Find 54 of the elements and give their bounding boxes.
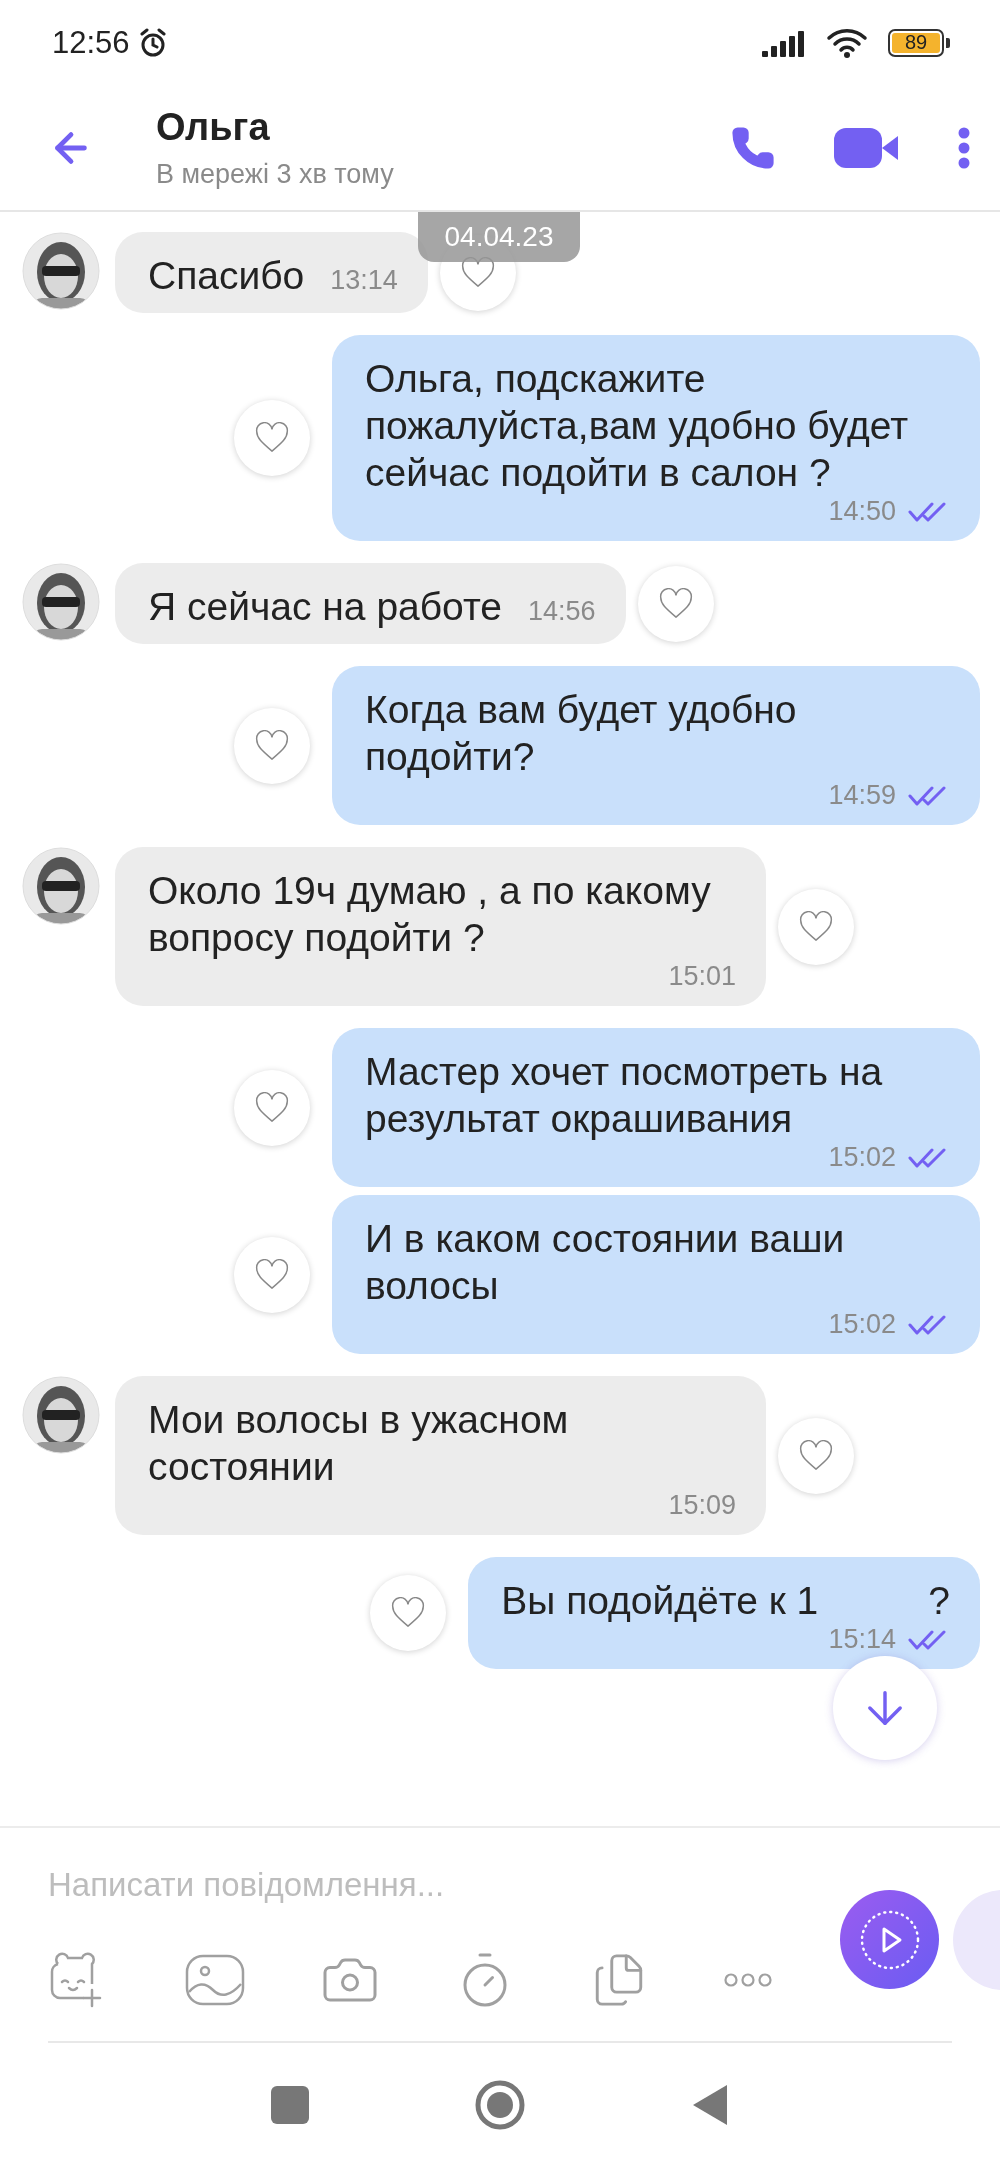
scroll-down-button[interactable] xyxy=(833,1656,937,1760)
heart-icon xyxy=(798,1439,834,1472)
menu-icon xyxy=(958,126,970,169)
heart-icon xyxy=(657,587,694,620)
message-text: Около 19ч думаю , а по какому вопросу подойти ? xyxy=(148,868,712,961)
back-nav-button[interactable] xyxy=(691,2082,729,2127)
home-button[interactable] xyxy=(474,2078,526,2131)
message-time: 15:02 xyxy=(828,1309,896,1340)
message-text: Когда вам будет удобно подойти? xyxy=(365,687,798,780)
message-time: 14:50 xyxy=(828,496,896,527)
status-time: 12:56 xyxy=(52,24,130,61)
like-button[interactable] xyxy=(778,1417,854,1494)
signal-icon xyxy=(762,28,806,57)
message-time: 15:01 xyxy=(668,961,736,992)
like-button[interactable] xyxy=(778,888,854,965)
message-input[interactable]: Написати повідомлення... xyxy=(48,1866,808,1904)
heart-icon xyxy=(254,1091,290,1124)
last-seen-status: В мережі 3 хв тому xyxy=(156,158,395,190)
like-button[interactable] xyxy=(234,1236,310,1313)
phone-icon xyxy=(730,124,776,171)
like-button[interactable] xyxy=(234,707,310,784)
heart-icon xyxy=(254,422,290,454)
phone-call-button[interactable] xyxy=(730,124,776,171)
menu-button[interactable] xyxy=(958,126,970,169)
heart-icon xyxy=(390,1597,427,1629)
message-text: Спасибо xyxy=(148,253,305,299)
heart-icon xyxy=(798,910,834,943)
message-time: 14:59 xyxy=(828,780,896,811)
message-text: Мои волосы в ужасном состоянии xyxy=(148,1397,570,1490)
image-icon[interactable] xyxy=(185,1954,245,2006)
battery-icon: 89 xyxy=(888,28,944,57)
heart-icon xyxy=(254,1258,290,1291)
message-text: И в каком состоянии ваши волосы xyxy=(365,1216,846,1309)
message-text: Ольга, подскажите пожалуйста,вам удобно будет сейчас подойти в салон ? xyxy=(365,356,909,496)
heart-icon xyxy=(254,729,290,762)
video-call-button[interactable] xyxy=(834,125,900,170)
message-time: 15:02 xyxy=(828,1142,896,1173)
message-text: Мастер хочет посмотреть на результат окрашивания xyxy=(365,1049,884,1142)
floating-date-toast: 04.04.23 xyxy=(418,212,580,262)
like-button[interactable] xyxy=(370,1575,447,1651)
message-time: 15:14 xyxy=(828,1624,896,1655)
video-camera-icon xyxy=(834,125,900,170)
wifi-icon xyxy=(826,27,868,58)
contact-name: Ольга xyxy=(156,105,271,149)
message-text: Вы подойдёте к 1 ? xyxy=(501,1578,950,1624)
message-time: 14:56 xyxy=(528,596,596,627)
message-time: 15:09 xyxy=(668,1490,736,1521)
like-button[interactable] xyxy=(234,400,310,476)
like-button[interactable] xyxy=(637,565,714,642)
message-text: Я сейчас на работе xyxy=(148,584,503,630)
message-time: 13:14 xyxy=(330,265,398,296)
recents-button[interactable] xyxy=(271,2085,309,2124)
like-button[interactable] xyxy=(234,1069,310,1146)
more-icon[interactable] xyxy=(723,1972,773,1988)
